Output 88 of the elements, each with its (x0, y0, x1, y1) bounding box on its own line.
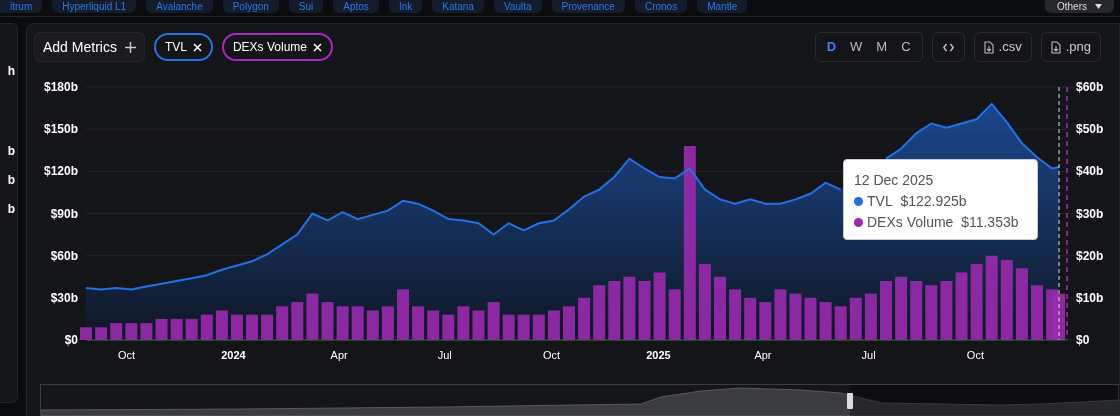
caret-icon (1095, 4, 1102, 9)
volume-bar (457, 306, 470, 340)
chain-tab[interactable]: Provenance (551, 0, 625, 13)
axis-label: $150b (43, 122, 78, 137)
volume-bar (578, 297, 591, 340)
chain-tab[interactable]: Cronos (634, 0, 688, 13)
chain-tab[interactable]: Polygon (222, 0, 279, 13)
volume-bar (608, 281, 621, 340)
download-button[interactable]: .png (1040, 32, 1101, 62)
volume-bar (246, 314, 258, 340)
volume-bar (427, 310, 440, 340)
sidebar-text: b (7, 172, 15, 189)
volume-bar (774, 289, 787, 340)
period-tab[interactable]: D (821, 37, 842, 57)
axis-label: 2025 (646, 349, 671, 361)
volume-bar (442, 314, 455, 340)
tooltip-date: 12 Dec 2025 (854, 171, 935, 190)
axis-label: $180b (43, 80, 78, 94)
volume-bar (729, 289, 742, 340)
axis-label: $50b (1076, 122, 1104, 137)
volume-bar (291, 302, 304, 340)
others-dropdown[interactable]: Others (1045, 0, 1114, 13)
volume-bar (895, 276, 908, 341)
sidebar-text: h (7, 63, 15, 80)
axis-label: Oct (966, 349, 984, 361)
axis-label: Jul (861, 349, 876, 361)
chain-tab[interactable]: itrum (0, 0, 43, 13)
axis-label: $90b (50, 206, 78, 221)
tooltip-text: TVL $122.925b (867, 192, 967, 211)
volume-bar (412, 306, 425, 340)
tooltip-text: DEXs Volume $11.353b (867, 213, 1019, 232)
volume-bar (910, 281, 923, 340)
file-download-icon (1050, 40, 1061, 54)
period-tab[interactable]: M (871, 37, 893, 57)
chain-tab[interactable]: Hyperliquid L1 (52, 0, 137, 13)
file-download-icon (983, 40, 994, 54)
sidebar-text: b (7, 143, 15, 160)
metric-chip[interactable]: DEXs Volume (221, 33, 333, 61)
axis-label: $10b (1076, 290, 1104, 305)
period-tab[interactable]: W (845, 37, 868, 57)
volume-bar (925, 285, 938, 340)
volume-bar (759, 302, 772, 340)
volume-bar (940, 281, 953, 340)
embed-button[interactable] (931, 32, 965, 62)
axis-label: Apr (754, 349, 772, 361)
chain-tab[interactable]: Avalanche (146, 0, 213, 13)
sidebar-text: b (7, 201, 15, 218)
volume-bar (593, 285, 606, 340)
close-icon (192, 42, 202, 52)
volume-bar (714, 276, 726, 341)
axis-label: $40b (1076, 164, 1104, 179)
range-brush[interactable] (40, 384, 1119, 416)
volume-bar (276, 306, 289, 340)
axis-label: Jul (437, 349, 452, 361)
axis-label: $60b (50, 248, 78, 263)
chain-tab[interactable]: Ink (388, 0, 423, 13)
period-tab[interactable]: C (896, 37, 916, 57)
chain-tab[interactable]: Sui (288, 0, 324, 13)
close-icon (313, 42, 322, 52)
download-button[interactable]: .csv (973, 32, 1032, 62)
axis-label: 2024 (221, 349, 246, 361)
volume-bar (1031, 285, 1043, 340)
volume-bar (397, 289, 409, 340)
add-metrics-button[interactable]: Add Metrics (34, 32, 145, 62)
chain-tab[interactable]: Katana (432, 0, 484, 13)
axis-label: $30b (1076, 206, 1104, 221)
volume-bar (563, 306, 575, 340)
axis-label: $20b (1076, 248, 1104, 263)
volume-bar (880, 281, 892, 340)
chain-tab[interactable]: Mantle (697, 0, 748, 13)
volume-bar (744, 297, 757, 340)
metric-chip[interactable]: TVL (153, 33, 213, 61)
volume-bar (80, 327, 92, 340)
axis-label: Oct (118, 349, 136, 361)
axis-label: Oct (543, 349, 561, 361)
volume-bar (623, 276, 636, 341)
axis-label: Apr (330, 349, 348, 361)
axis-label: $0 (1076, 333, 1090, 347)
axis-label: $120b (43, 164, 78, 179)
volume-bar (261, 314, 274, 340)
plus-icon (124, 41, 136, 53)
chain-tab[interactable]: Aptos (333, 0, 379, 13)
axis-label: $60b (1076, 80, 1104, 94)
volume-bar (306, 293, 319, 340)
code-icon (942, 42, 954, 52)
chain-tab[interactable]: Vaulta (493, 0, 542, 13)
axis-label: $0 (64, 333, 78, 347)
axis-label: $30b (50, 290, 78, 305)
